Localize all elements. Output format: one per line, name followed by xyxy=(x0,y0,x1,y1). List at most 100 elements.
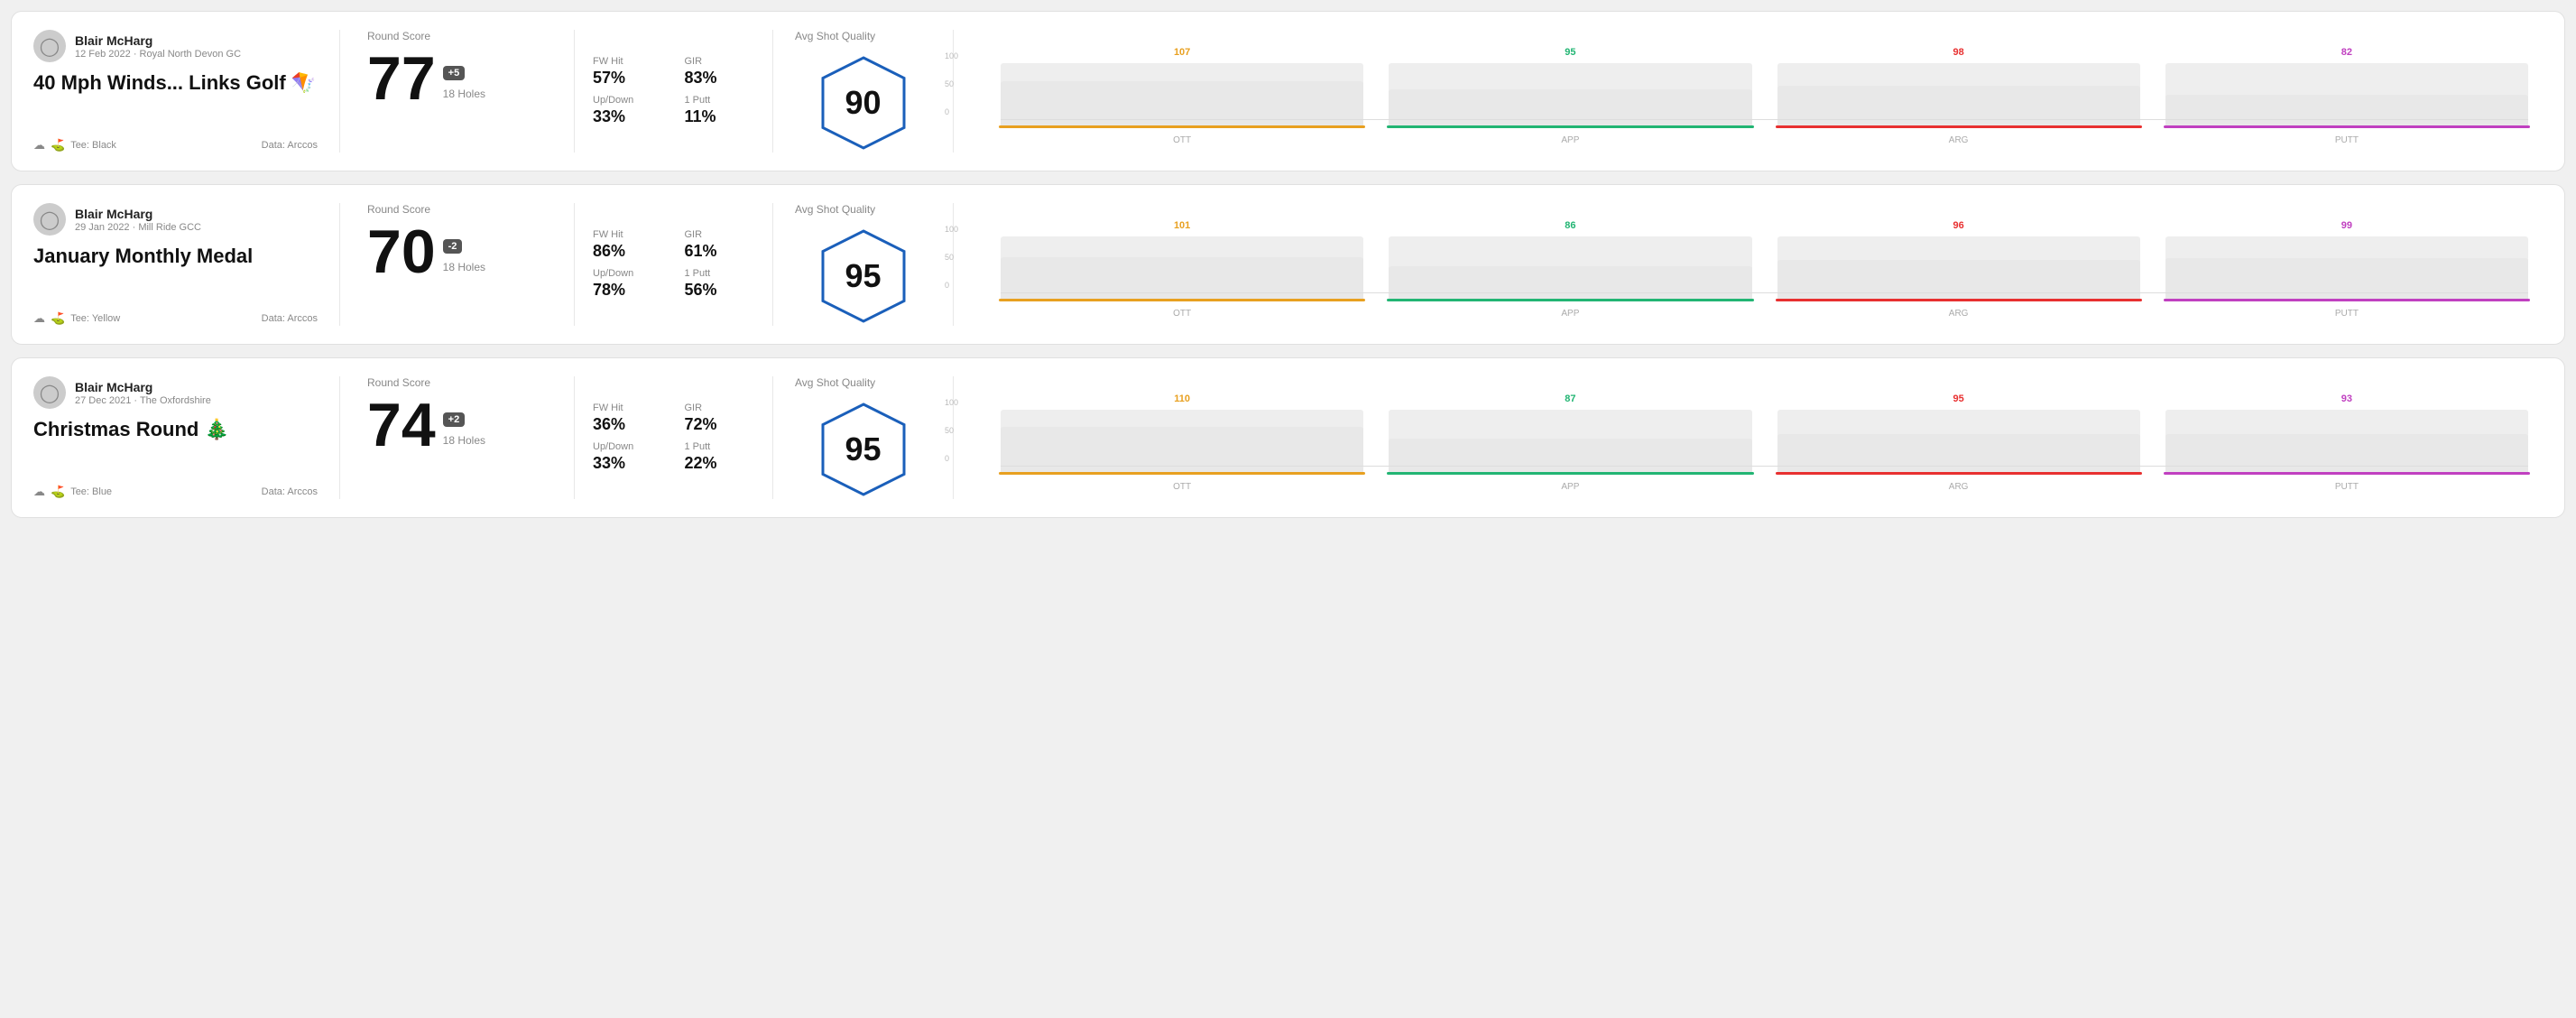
avatar: ◯ xyxy=(33,203,66,236)
fw-hit-value: 36% xyxy=(593,415,663,434)
bar-line xyxy=(999,472,1365,475)
chart-axis-line xyxy=(1001,292,2528,293)
bar-fill xyxy=(2165,258,2528,301)
oneputt-value: 11% xyxy=(685,107,755,126)
bar-value: 95 xyxy=(1953,393,1964,404)
score-badge: +2 xyxy=(443,412,466,427)
round-card: ◯ Blair McHarg 29 Jan 2022 · Mill Ride G… xyxy=(11,184,2565,345)
footer-info: ☁ ⛳ Tee: Yellow Data: Arccos xyxy=(33,311,318,326)
round-score-label: Round Score xyxy=(367,30,547,42)
stats-grid: FW Hit 36% GIR 72% Up/Down 33% 1 Putt 22… xyxy=(593,403,754,473)
round-title: 40 Mph Winds... Links Golf 🪁 xyxy=(33,71,318,95)
bar-line xyxy=(1776,472,2142,475)
updown-label: Up/Down xyxy=(593,95,663,106)
tee-info: ☁ ⛳ Tee: Black xyxy=(33,138,116,153)
fw-hit-label: FW Hit xyxy=(593,403,663,413)
round-score-label: Round Score xyxy=(367,203,547,216)
bar-line xyxy=(1776,299,2142,301)
chart-wrapper: 100 50 0 101 OTT 86 xyxy=(972,210,2528,319)
bar-column: 95 ARG xyxy=(1777,393,2140,492)
user-icon: ◯ xyxy=(40,35,60,58)
gir-stat: GIR 83% xyxy=(685,56,755,88)
bar-fill xyxy=(1001,81,1363,128)
bar-column: 87 APP xyxy=(1389,393,1751,492)
bar-column: 95 APP xyxy=(1389,47,1751,145)
bar-label: ARG xyxy=(1949,135,1969,145)
score-badge: -2 xyxy=(443,239,463,254)
bar-line xyxy=(1387,125,1753,128)
bar-column: 98 ARG xyxy=(1777,47,2140,145)
bar-label: OTT xyxy=(1173,135,1191,145)
stats-section: FW Hit 36% GIR 72% Up/Down 33% 1 Putt 22… xyxy=(575,376,773,499)
bar-column: 82 PUTT xyxy=(2165,47,2528,145)
bar-line xyxy=(1387,299,1753,301)
score-section: Round Score 74 +2 18 Holes xyxy=(340,376,575,499)
user-name: Blair McHarg xyxy=(75,207,201,221)
chart-y-axis: 100 50 0 xyxy=(945,398,958,463)
bar-chart: 107 OTT 95 APP 98 xyxy=(1001,37,2528,145)
bar-value: 86 xyxy=(1565,220,1575,231)
oneputt-stat: 1 Putt 56% xyxy=(685,268,755,300)
footer-info: ☁ ⛳ Tee: Blue Data: Arccos xyxy=(33,485,318,499)
score-section: Round Score 70 -2 18 Holes xyxy=(340,203,575,326)
gir-label: GIR xyxy=(685,403,755,413)
bar-column: 99 PUTT xyxy=(2165,220,2528,319)
gir-stat: GIR 72% xyxy=(685,403,755,434)
score-badge: +5 xyxy=(443,66,466,80)
chart-y-axis: 100 50 0 xyxy=(945,51,958,116)
bar-line xyxy=(2164,299,2530,301)
oneputt-value: 22% xyxy=(685,454,755,473)
bar-chart: 101 OTT 86 APP 96 xyxy=(1001,210,2528,319)
round-title: January Monthly Medal xyxy=(33,245,318,268)
user-icon: ◯ xyxy=(40,208,60,231)
user-date: 12 Feb 2022 · Royal North Devon GC xyxy=(75,49,241,60)
fw-hit-stat: FW Hit 57% xyxy=(593,56,663,88)
bar-column: 110 OTT xyxy=(1001,393,1363,492)
left-section: ◯ Blair McHarg 29 Jan 2022 · Mill Ride G… xyxy=(33,203,340,326)
chart-section: 100 50 0 110 OTT 87 xyxy=(954,376,2543,499)
user-name: Blair McHarg xyxy=(75,33,241,48)
oneputt-stat: 1 Putt 22% xyxy=(685,441,755,473)
stats-grid: FW Hit 57% GIR 83% Up/Down 33% 1 Putt 11… xyxy=(593,56,754,126)
weather-icon: ☁ xyxy=(33,485,45,499)
bar-fill xyxy=(2165,434,2528,475)
oneputt-stat: 1 Putt 11% xyxy=(685,95,755,126)
tee-label: Tee: Blue xyxy=(70,486,112,497)
weather-icon: ☁ xyxy=(33,138,45,153)
round-card: ◯ Blair McHarg 27 Dec 2021 · The Oxfords… xyxy=(11,357,2565,518)
round-card: ◯ Blair McHarg 12 Feb 2022 · Royal North… xyxy=(11,11,2565,171)
bar-label: PUTT xyxy=(2335,135,2359,145)
quality-section: Avg Shot Quality 90 xyxy=(773,30,954,153)
chart-axis-line xyxy=(1001,119,2528,120)
bar-column: 96 ARG xyxy=(1777,220,2140,319)
bar-value: 98 xyxy=(1953,47,1964,58)
bar-value: 99 xyxy=(2341,220,2352,231)
oneputt-label: 1 Putt xyxy=(685,268,755,279)
user-date: 29 Jan 2022 · Mill Ride GCC xyxy=(75,222,201,233)
chart-section: 100 50 0 107 OTT 95 xyxy=(954,30,2543,153)
bar-value: 107 xyxy=(1174,47,1190,58)
holes-label: 18 Holes xyxy=(443,88,485,100)
hexagon-container: 95 xyxy=(818,227,909,326)
bar-value: 82 xyxy=(2341,47,2352,58)
updown-value: 78% xyxy=(593,281,663,300)
bar-label: OTT xyxy=(1173,482,1191,492)
weather-icon: ☁ xyxy=(33,311,45,326)
hexagon-container: 90 xyxy=(818,53,909,153)
data-source: Data: Arccos xyxy=(262,140,318,151)
bar-value: 95 xyxy=(1565,47,1575,58)
quality-section: Avg Shot Quality 95 xyxy=(773,203,954,326)
score-display: 74 +2 18 Holes xyxy=(367,394,547,456)
user-info: ◯ Blair McHarg 27 Dec 2021 · The Oxfords… xyxy=(33,376,318,409)
left-section: ◯ Blair McHarg 27 Dec 2021 · The Oxfords… xyxy=(33,376,340,499)
updown-stat: Up/Down 78% xyxy=(593,268,663,300)
gir-value: 72% xyxy=(685,415,755,434)
stats-section: FW Hit 57% GIR 83% Up/Down 33% 1 Putt 11… xyxy=(575,30,773,153)
bar-fill xyxy=(1001,257,1363,301)
bar-label: ARG xyxy=(1949,482,1969,492)
bar-fill xyxy=(1777,86,2140,128)
chart-wrapper: 100 50 0 107 OTT 95 xyxy=(972,37,2528,145)
bar-column: 93 PUTT xyxy=(2165,393,2528,492)
user-name: Blair McHarg xyxy=(75,380,211,394)
bar-line xyxy=(2164,125,2530,128)
